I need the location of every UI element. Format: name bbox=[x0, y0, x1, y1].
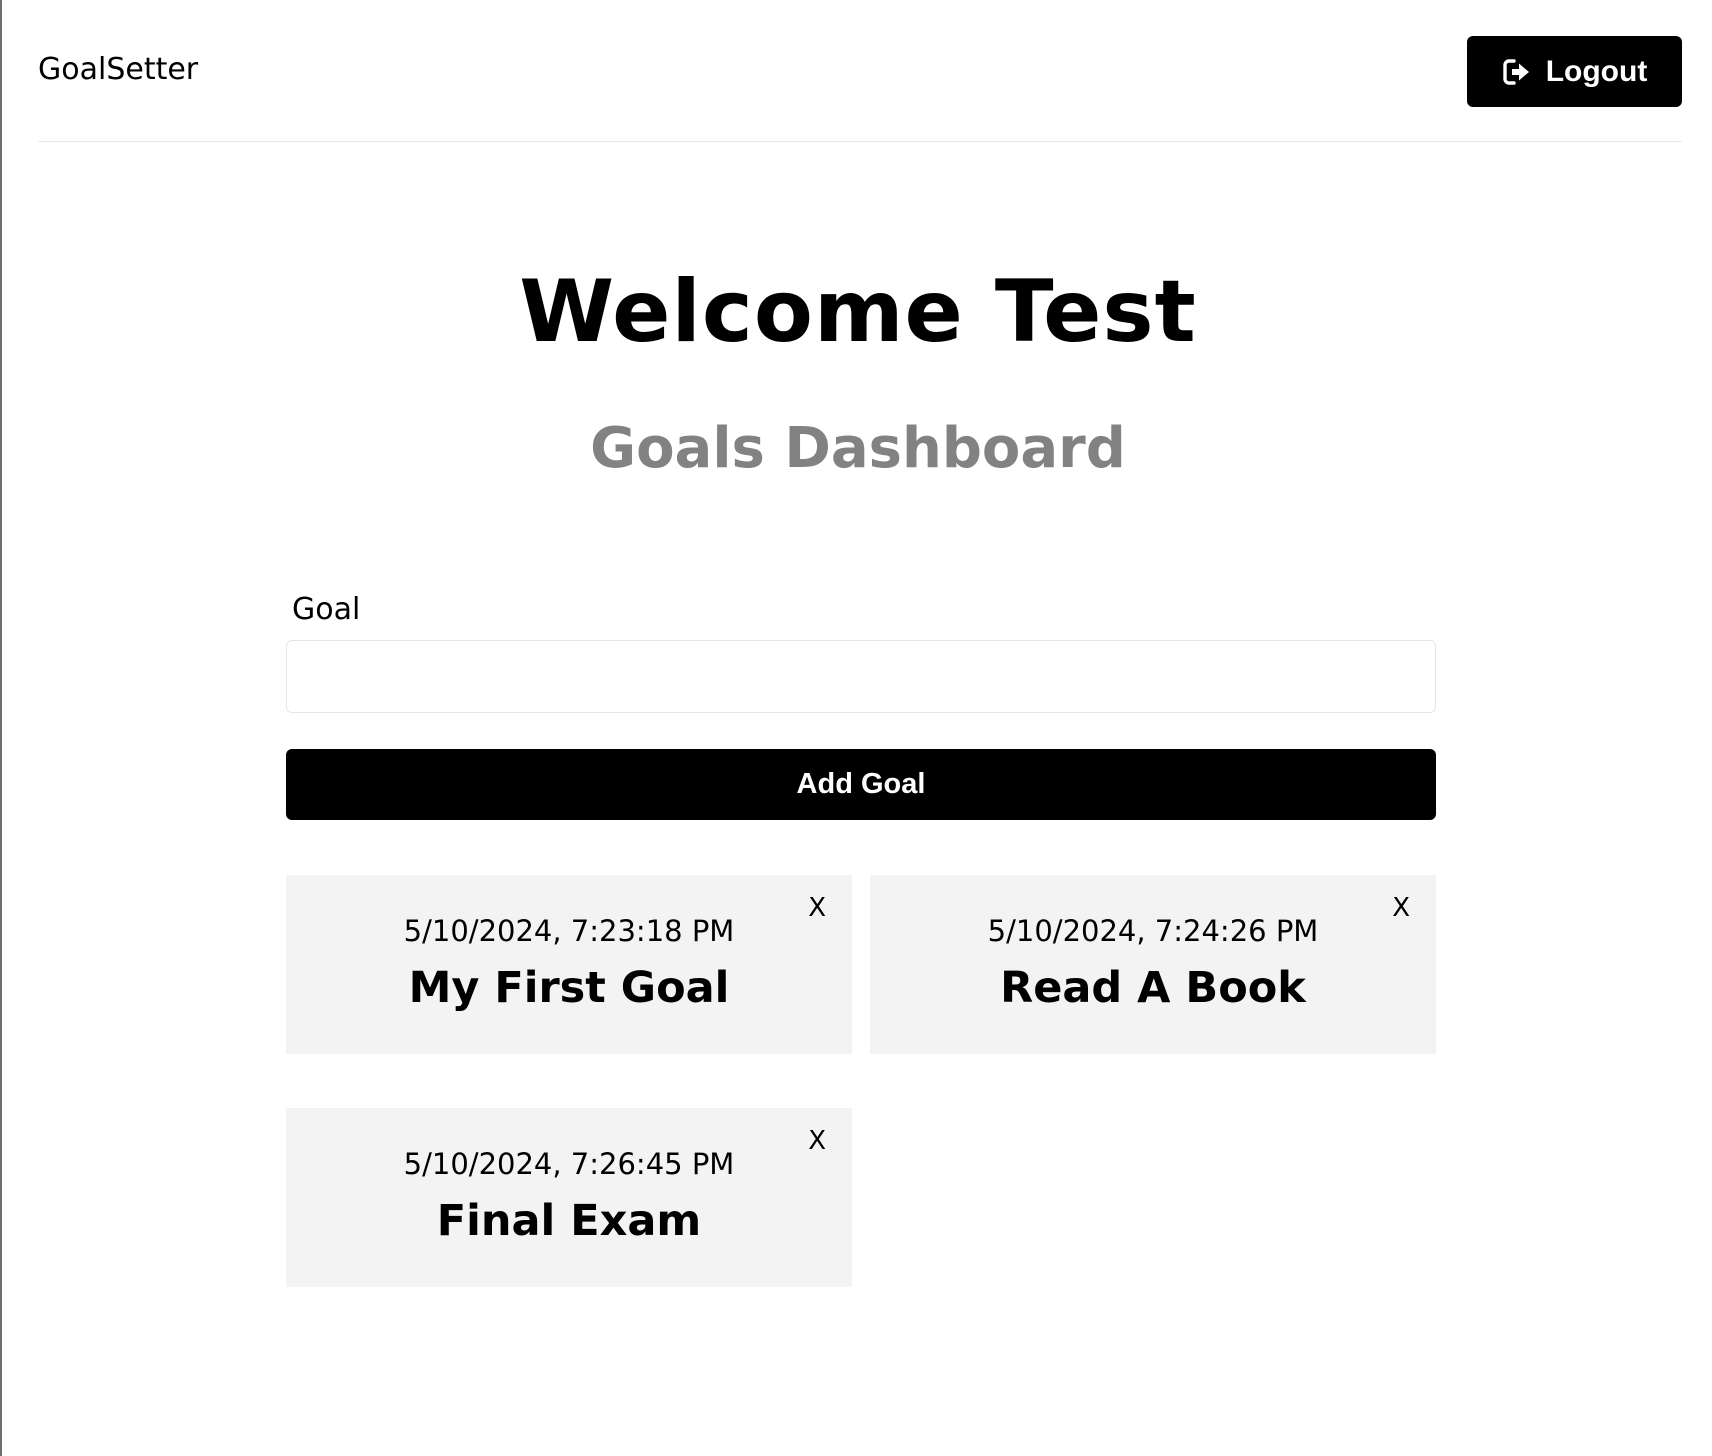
logout-label: Logout bbox=[1545, 54, 1648, 88]
goal-title: Read A Book bbox=[1000, 963, 1306, 1013]
brand-logo[interactable]: GoalSetter bbox=[38, 52, 198, 88]
add-goal-button[interactable]: Add Goal bbox=[286, 749, 1436, 820]
goal-input[interactable] bbox=[286, 640, 1436, 713]
goal-card: 5/10/2024, 7:26:45 PM Final Exam X bbox=[286, 1108, 852, 1287]
goal-card: 5/10/2024, 7:23:18 PM My First Goal X bbox=[286, 875, 852, 1054]
goal-date: 5/10/2024, 7:24:26 PM bbox=[987, 914, 1319, 948]
goal-title: My First Goal bbox=[408, 963, 730, 1013]
goal-title: Final Exam bbox=[436, 1196, 702, 1246]
goal-card: 5/10/2024, 7:24:26 PM Read A Book X bbox=[870, 875, 1436, 1054]
header: GoalSetter Logout bbox=[38, 0, 1682, 142]
delete-goal-button[interactable]: X bbox=[808, 893, 826, 923]
goal-date: 5/10/2024, 7:26:45 PM bbox=[403, 1147, 735, 1181]
welcome-heading: Welcome Test bbox=[519, 262, 1197, 362]
delete-goal-button[interactable]: X bbox=[1392, 893, 1410, 923]
delete-goal-button[interactable]: X bbox=[808, 1126, 826, 1156]
dashboard-subtitle: Goals Dashboard bbox=[590, 416, 1126, 481]
goal-date: 5/10/2024, 7:23:18 PM bbox=[403, 914, 735, 948]
sign-out-icon bbox=[1502, 57, 1532, 87]
logout-button[interactable]: Logout bbox=[1467, 36, 1682, 107]
goal-label: Goal bbox=[292, 592, 361, 627]
